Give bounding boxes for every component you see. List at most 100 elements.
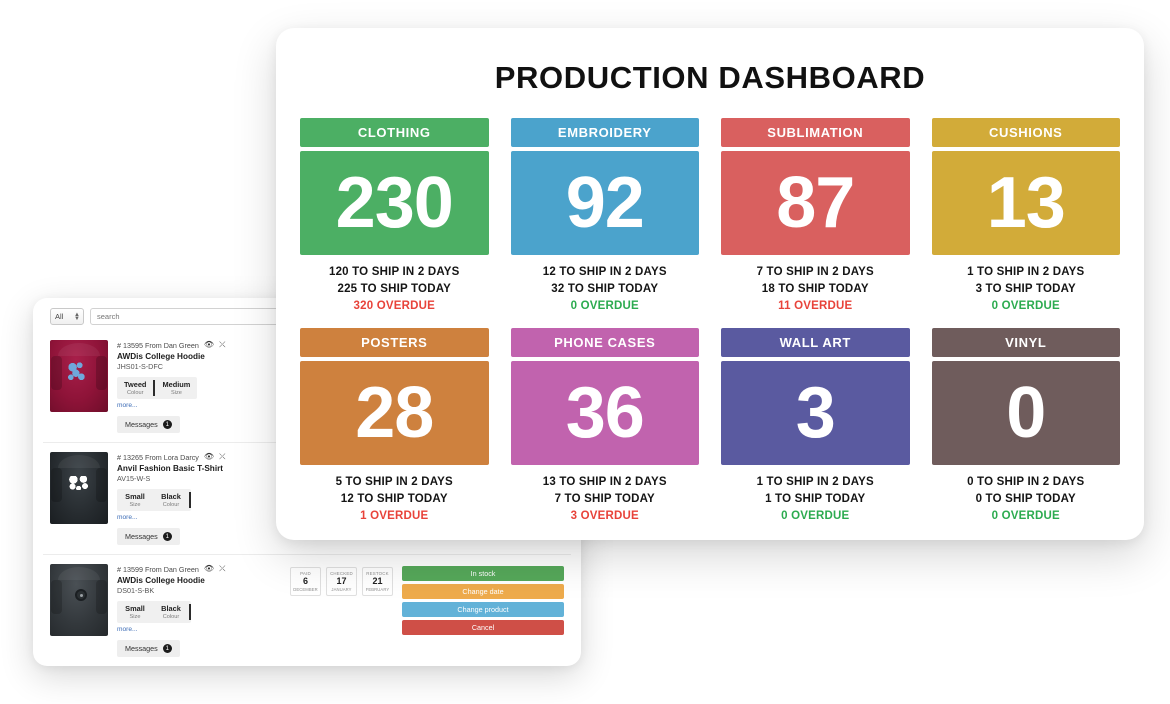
list-item[interactable]: # 13599 From Dan Green 👁 ⤫ AWDis College… [43, 555, 571, 666]
shuffle-icon[interactable]: ⤫ [219, 340, 225, 350]
dashboard-card-phone-cases[interactable]: PHONE CASES 36 13 TO SHIP IN 2 DAYS 7 TO… [510, 328, 699, 538]
overdue-status: 1 OVERDUE [360, 510, 429, 522]
ship-in-2-days: 5 TO SHIP IN 2 DAYS [335, 476, 453, 488]
more-link[interactable]: more... [117, 626, 281, 633]
change-product-button[interactable]: Change product [402, 602, 564, 617]
messages-button[interactable]: Messages 1 [117, 416, 180, 433]
attribute-colour: Black Colour [153, 601, 189, 623]
ship-today: 0 TO SHIP TODAY [975, 493, 1076, 505]
overdue-status: 0 OVERDUE [991, 300, 1060, 312]
product-sku: DS01-S-BK [117, 586, 155, 595]
overdue-status: 320 OVERDUE [353, 300, 435, 312]
attribute-colour: Black Colour [153, 489, 189, 511]
card-header: CUSHIONS [931, 118, 1120, 147]
card-count: 3 [721, 361, 910, 465]
ship-today: 3 TO SHIP TODAY [975, 283, 1076, 295]
ship-in-2-days: 1 TO SHIP IN 2 DAYS [967, 266, 1085, 278]
card-count: 0 [931, 361, 1120, 465]
attribute-value: Black [161, 492, 181, 501]
ship-in-2-days: 1 TO SHIP IN 2 DAYS [756, 476, 874, 488]
print-motif-icon [75, 589, 87, 601]
card-count: 28 [300, 361, 489, 465]
dashboard-card-vinyl[interactable]: VINYL 0 0 TO SHIP IN 2 DAYS 0 TO SHIP TO… [931, 328, 1120, 538]
attribute-value: Black [161, 604, 181, 613]
attribute-key: Colour [162, 614, 180, 620]
date-chip-month: FEBRUARY [365, 587, 390, 592]
screenshot-stage: All ▲▼ ✖ adm # 13595 From Dan Green [0, 0, 1170, 704]
product-thumbnail [50, 452, 108, 524]
card-footer: 7 TO SHIP IN 2 DAYS 18 TO SHIP TODAY 11 … [721, 255, 910, 328]
attribute-value: Tweed [124, 380, 147, 389]
overdue-status: 11 OVERDUE [778, 300, 853, 312]
order-meta-text: # 13595 From Dan Green [117, 340, 199, 350]
messages-label: Messages [125, 420, 158, 429]
card-footer: 120 TO SHIP IN 2 DAYS 225 TO SHIP TODAY … [300, 255, 489, 328]
order-meta-text: # 13265 From Lora Darcy [117, 452, 199, 462]
attribute-key: Colour [162, 502, 180, 508]
dashboard-card-cushions[interactable]: CUSHIONS 13 1 TO SHIP IN 2 DAYS 3 TO SHI… [931, 118, 1121, 328]
product-thumbnail [50, 340, 108, 412]
attribute-size: Small Size [117, 489, 153, 511]
messages-count-badge: 1 [162, 644, 172, 653]
attribute-key: Colour [126, 390, 144, 396]
date-chip-group: PAID 6 DECEMBER CHECKED 17 JANUARY RESTO… [290, 564, 393, 657]
overdue-status: 0 OVERDUE [570, 300, 639, 312]
eye-icon[interactable]: 👁 [204, 452, 214, 462]
card-header: SUBLIMATION [721, 118, 910, 147]
ship-in-2-days: 0 TO SHIP IN 2 DAYS [967, 476, 1085, 488]
card-count: 13 [931, 151, 1120, 255]
ship-today: 32 TO SHIP TODAY [551, 283, 659, 295]
date-chip-paid[interactable]: PAID 6 DECEMBER [290, 567, 321, 596]
overdue-status: 0 OVERDUE [991, 510, 1060, 522]
card-footer: 12 TO SHIP IN 2 DAYS 32 TO SHIP TODAY 0 … [511, 255, 700, 328]
overdue-status: 0 OVERDUE [781, 510, 850, 522]
date-chip-day: 21 [372, 576, 383, 586]
shuffle-icon[interactable]: ⤫ [219, 452, 225, 462]
card-count: 87 [721, 151, 910, 255]
in-stock-button[interactable]: In stock [402, 566, 564, 581]
print-motif-icon [66, 360, 88, 384]
product-attributes: Small Size Black Colour [117, 489, 191, 511]
action-button-stack: In stock Change date Change product Canc… [402, 564, 564, 657]
attribute-value: Medium [162, 380, 191, 389]
ship-in-2-days: 7 TO SHIP IN 2 DAYS [756, 266, 874, 278]
attribute-value: Small [125, 492, 145, 501]
dashboard-card-wall-art[interactable]: WALL ART 3 1 TO SHIP IN 2 DAYS 1 TO SHIP… [721, 328, 910, 538]
page-title: PRODUCTION DASHBOARD [494, 60, 926, 95]
card-header: VINYL [931, 328, 1120, 357]
production-dashboard-panel: PRODUCTION DASHBOARD CLOTHING 230 120 TO… [276, 28, 1144, 540]
card-header: PHONE CASES [510, 328, 699, 357]
ship-today: 225 TO SHIP TODAY [337, 283, 452, 295]
change-date-button[interactable]: Change date [402, 584, 564, 599]
messages-button[interactable]: Messages 1 [117, 528, 180, 545]
eye-icon[interactable]: 👁 [204, 340, 214, 350]
card-header: EMBROIDERY [510, 118, 699, 147]
date-chip-restock[interactable]: RESTOCK 21 FEBRUARY [362, 567, 393, 596]
card-footer: 1 TO SHIP IN 2 DAYS 1 TO SHIP TODAY 0 OV… [721, 465, 910, 538]
attribute-key: Size [129, 502, 141, 508]
attribute-divider [189, 492, 191, 508]
eye-icon[interactable]: 👁 [204, 564, 214, 574]
overdue-status: 3 OVERDUE [570, 510, 639, 522]
attribute-key: Size [129, 614, 141, 620]
card-footer: 5 TO SHIP IN 2 DAYS 12 TO SHIP TODAY 1 O… [300, 465, 489, 538]
shuffle-icon[interactable]: ⤫ [219, 564, 225, 574]
dashboard-card-sublimation[interactable]: SUBLIMATION 87 7 TO SHIP IN 2 DAYS 18 TO… [721, 118, 910, 328]
attribute-size: Small Size [117, 601, 153, 623]
dashboard-card-posters[interactable]: POSTERS 28 5 TO SHIP IN 2 DAYS 12 TO SHI… [300, 328, 489, 538]
filter-select[interactable]: All ▲ ▼ [50, 308, 84, 325]
dashboard-card-embroidery[interactable]: EMBROIDERY 92 12 TO SHIP IN 2 DAYS 32 TO… [510, 118, 700, 328]
messages-count-badge: 1 [162, 420, 172, 429]
attribute-key: Size [170, 390, 182, 396]
filter-select-value: All [55, 312, 64, 321]
product-thumbnail [50, 564, 108, 636]
messages-button[interactable]: Messages 1 [117, 640, 180, 657]
card-footer: 1 TO SHIP IN 2 DAYS 3 TO SHIP TODAY 0 OV… [932, 255, 1121, 328]
ship-today: 7 TO SHIP TODAY [554, 493, 655, 505]
date-chip-checked[interactable]: CHECKED 17 JANUARY [326, 567, 357, 596]
cancel-button[interactable]: Cancel [402, 620, 564, 635]
date-chip-month: DECEMBER [293, 587, 318, 592]
order-meta: # 13599 From Dan Green 👁 ⤫ [117, 564, 281, 574]
messages-count-badge: 1 [162, 532, 172, 541]
dashboard-card-clothing[interactable]: CLOTHING 230 120 TO SHIP IN 2 DAYS 225 T… [300, 118, 489, 328]
